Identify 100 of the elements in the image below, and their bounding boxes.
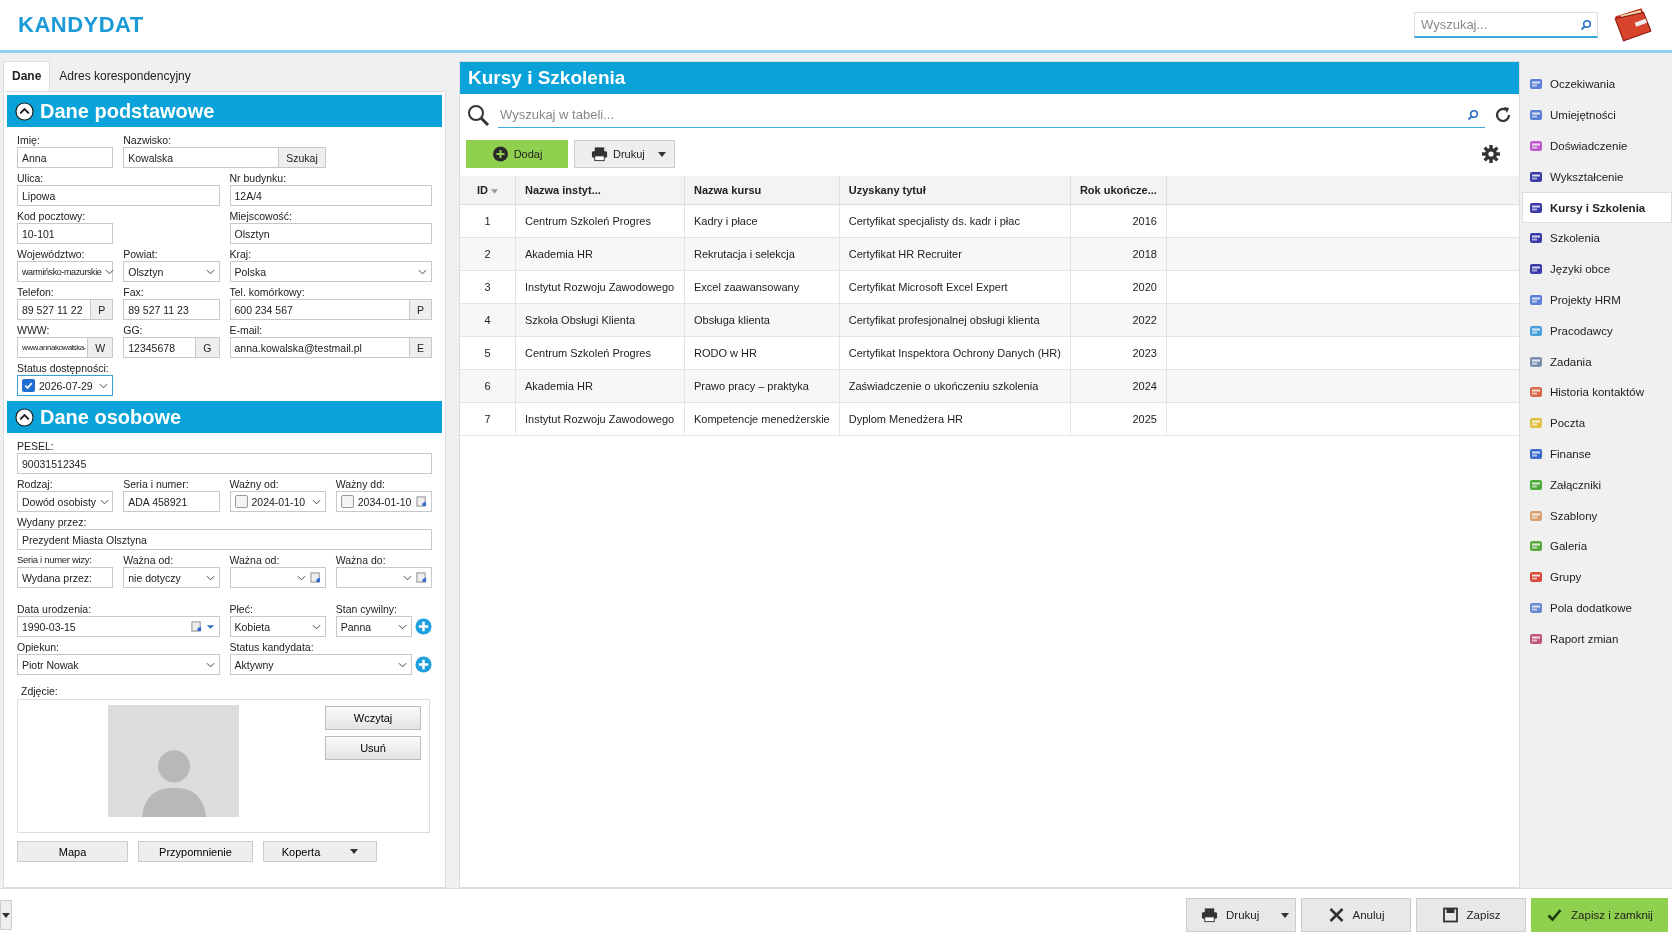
column-header[interactable]: ID (460, 176, 516, 205)
field-label: Data urodzenia: (17, 602, 93, 616)
refresh-icon[interactable] (1493, 105, 1513, 125)
sidebar-item[interactable]: Grupy (1522, 561, 1672, 593)
sidebar-item[interactable]: Oczekiwania (1522, 69, 1672, 100)
table-cell: Prawo pracy – praktyka (684, 369, 840, 403)
sidebar-item[interactable]: Projekty HRM (1522, 284, 1672, 316)
dropdown[interactable]: warmińsko-mazurskie (17, 261, 114, 282)
input-field[interactable]: Lipowa (17, 185, 220, 206)
action-button[interactable]: Przypomnienie (138, 841, 253, 862)
input-field[interactable]: Kowalska (123, 147, 280, 168)
input-field[interactable]: 600 234 567 (229, 299, 410, 320)
date-picker[interactable]: 1990-03-15 (17, 616, 220, 637)
sidebar-item[interactable]: Zadania (1522, 346, 1672, 377)
add-icon[interactable] (415, 656, 432, 673)
collapse-icon[interactable] (15, 407, 34, 427)
column-header[interactable]: Nazwa instyt... (515, 176, 685, 205)
date-picker[interactable]: 2024-01-10 (229, 491, 326, 512)
save-close-button[interactable]: Zapisz i zamknij (1531, 898, 1668, 932)
field-label: Ważna do: (335, 553, 387, 567)
table-cell: Rekrutacja i selekcja (684, 237, 840, 271)
sidebar-item[interactable]: Historia kontaktów (1522, 376, 1672, 408)
dropdown-button[interactable] (0, 900, 12, 930)
photo-button[interactable]: Wczytaj (325, 706, 421, 730)
table-cell: Certyfikat specjalisty ds. kadr i płac (839, 204, 1071, 238)
table-search-field[interactable]: Wyszukaj w tabeli... (498, 102, 1485, 128)
sidebar-item[interactable]: Galeria (1522, 530, 1672, 562)
date-picker[interactable]: 2026-07-29 (17, 375, 114, 396)
chevron-icon (205, 574, 215, 581)
save-button[interactable]: Zapisz (1416, 898, 1526, 932)
cancel-button[interactable]: Anuluj (1301, 898, 1411, 932)
field-label: Fax: (123, 285, 145, 299)
photo-button[interactable]: Usuń (325, 736, 421, 760)
dropdown[interactable]: nie dotyczy (123, 567, 220, 588)
input-field[interactable]: anna.kowalska@testmail.pl (229, 337, 410, 358)
dropdown[interactable]: Dowód osobisty (17, 491, 114, 512)
sidebar-item[interactable]: Kursy i Szkolenia (1522, 192, 1672, 223)
column-header[interactable]: Rok ukończe... (1070, 176, 1167, 205)
input-field[interactable]: Anna (17, 147, 114, 168)
sidebar-item[interactable]: Szkolenia (1522, 223, 1672, 254)
checkbox[interactable] (234, 495, 248, 508)
tab[interactable]: Dane (3, 61, 51, 91)
sidebar-item[interactable]: Umiejętności (1522, 99, 1672, 131)
input-field[interactable]: 12345678 (123, 337, 197, 358)
add-button[interactable]: Dodaj (466, 140, 568, 168)
sidebar-item[interactable]: Języki obce (1522, 253, 1672, 285)
search-field[interactable]: Wyszukaj... (1414, 12, 1598, 38)
search-icon (1467, 109, 1479, 121)
table-cell: Kompetencje menedżerskie (684, 402, 840, 436)
checkbox[interactable] (340, 495, 354, 508)
sidebar-item[interactable]: Szablony (1522, 500, 1672, 531)
print-button[interactable]: Drukuj (1186, 898, 1296, 932)
input-field[interactable]: 90031512345 (17, 453, 432, 474)
dropdown[interactable]: Piotr Nowak (17, 654, 220, 675)
column-header[interactable]: Nazwa kursu (684, 176, 840, 205)
suffix-button[interactable]: W (88, 337, 114, 358)
add-icon[interactable] (415, 618, 432, 635)
suffix-button[interactable]: P (91, 299, 114, 320)
input-field[interactable]: Olsztyn (229, 223, 432, 244)
action-button[interactable]: Mapa (17, 841, 128, 862)
table-cell: 2024 (1070, 369, 1167, 403)
sidebar-item[interactable]: Finanse (1522, 438, 1672, 470)
input-field[interactable]: Prezydent Miasta Olsztyna (17, 529, 432, 550)
input-field[interactable]: www.annakowalska- (17, 337, 89, 358)
caret-icon (658, 151, 666, 157)
sidebar-item[interactable]: Raport zmian (1522, 623, 1672, 655)
suffix-button[interactable]: P (410, 299, 432, 320)
dropdown[interactable]: Aktywny (229, 654, 412, 675)
action-button[interactable]: Koperta (263, 841, 377, 862)
settings-icon[interactable] (1481, 144, 1501, 164)
sidebar-item[interactable]: Poczta (1522, 407, 1672, 439)
field-label: Stan cywilny: (335, 602, 399, 616)
sidebar-item[interactable]: Doświadczenie (1522, 130, 1672, 162)
sidebar-item[interactable]: Wykształcenie (1522, 161, 1672, 193)
input-field[interactable]: ADA 458921 (123, 491, 220, 512)
module-icon (1529, 169, 1543, 184)
tab[interactable]: Adres korespondencyjny (50, 61, 200, 91)
sidebar-item[interactable]: Pracodawcy (1522, 315, 1672, 347)
input-field[interactable]: 89 527 11 22 (17, 299, 92, 320)
suffix-button[interactable]: G (196, 337, 220, 358)
dropdown[interactable]: Kobieta (229, 616, 326, 637)
input-field[interactable]: 10-101 (17, 223, 114, 244)
collapse-icon[interactable] (15, 101, 34, 121)
suffix-button[interactable]: Szukaj (279, 147, 326, 168)
sidebar-item[interactable]: Załączniki (1522, 469, 1672, 501)
sidebar-item[interactable]: Pola dodatkowe (1522, 592, 1672, 624)
dropdown[interactable]: Olsztyn (123, 261, 220, 282)
date-picker[interactable]: 2034-01-10 (335, 491, 432, 512)
column-header[interactable]: Uzyskany tytuł (839, 176, 1071, 205)
dropdown[interactable]: Polska (229, 261, 432, 282)
print-button[interactable]: Drukuj (574, 140, 675, 168)
wallet-icon[interactable] (1612, 6, 1654, 44)
input-field[interactable]: Wydana przez: (17, 567, 114, 588)
checkbox[interactable] (22, 379, 35, 392)
input-field[interactable]: 12A/4 (229, 185, 432, 206)
table-cell: Certyfikat profesjonalnej obsługi klienta (839, 303, 1071, 337)
input-field[interactable]: 89 527 11 23 (123, 299, 220, 320)
suffix-button[interactable]: E (410, 337, 432, 358)
dropdown[interactable]: Panna (335, 616, 412, 637)
field-label: Imię: (17, 133, 41, 147)
